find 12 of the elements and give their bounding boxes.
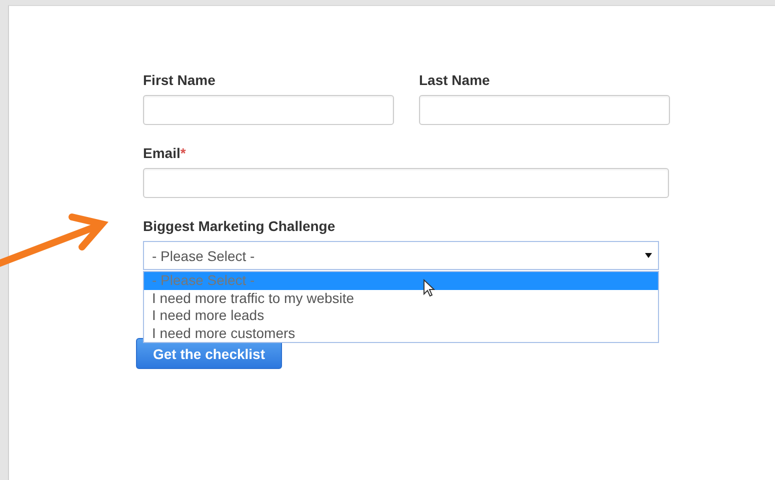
field-label: Email* xyxy=(143,145,186,161)
input-field[interactable] xyxy=(143,168,669,198)
dropdown-option[interactable]: I need more traffic to my website xyxy=(144,290,658,308)
input-field[interactable] xyxy=(143,95,394,125)
input-field[interactable] xyxy=(419,95,670,125)
field-label: Last Name xyxy=(419,72,490,88)
dropdown-option[interactable]: I need more leads xyxy=(144,307,658,325)
field-label: First Name xyxy=(143,72,216,88)
caret-icon xyxy=(645,253,652,258)
select-dropdown[interactable]: - Please Select - xyxy=(143,241,659,270)
field-label: Biggest Marketing Challenge xyxy=(143,218,336,234)
cursor-icon xyxy=(423,279,435,297)
